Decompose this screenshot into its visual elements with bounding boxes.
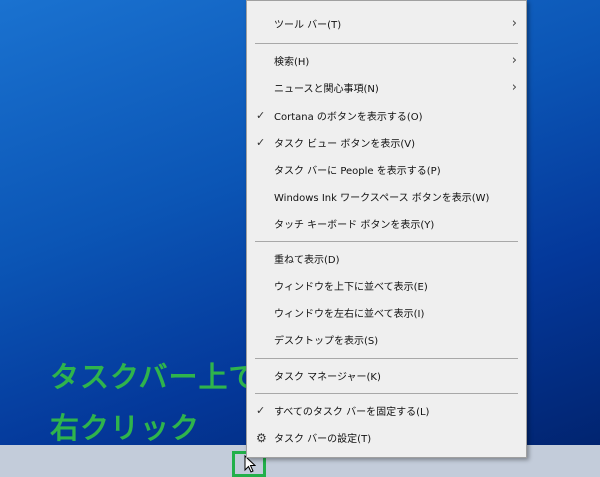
menu-item-task-manager[interactable]: タスク マネージャー(K) <box>247 362 526 389</box>
menu-item-label: ツール バー(T) <box>274 20 342 31</box>
menu-item-label: Cortana のボタンを表示する(O) <box>274 112 423 123</box>
chevron-right-icon: › <box>511 80 517 95</box>
menu-item-windows-ink[interactable]: Windows Ink ワークスペース ボタンを表示(W) <box>247 183 526 210</box>
annotation-line2: 右クリック <box>50 411 201 445</box>
menu-item-show-desktop[interactable]: デスクトップを表示(S) <box>247 326 526 353</box>
menu-item-label: タスク バーの設定(T) <box>274 434 372 445</box>
menu-item-lock-taskbars[interactable]: ✓ すべてのタスク バーを固定する(L) <box>247 397 526 424</box>
menu-item-show-people[interactable]: タスク バーに People を表示する(P) <box>247 156 526 183</box>
menu-item-cascade[interactable]: 重ねて表示(D) <box>247 245 526 272</box>
menu-item-label: すべてのタスク バーを固定する(L) <box>274 407 430 418</box>
chevron-right-icon: › <box>511 53 517 68</box>
menu-separator <box>255 43 518 44</box>
menu-item-label: タスク ビュー ボタンを表示(V) <box>274 139 416 150</box>
menu-item-touch-keyboard[interactable]: タッチ キーボード ボタンを表示(Y) <box>247 210 526 237</box>
menu-item-toolbars[interactable]: ツール バー(T) › <box>247 10 526 37</box>
menu-separator <box>255 358 518 359</box>
menu-item-label: ニュースと関心事項(N) <box>274 84 379 95</box>
menu-item-side-by-side[interactable]: ウィンドウを左右に並べて表示(I) <box>247 299 526 326</box>
menu-item-label: デスクトップを表示(S) <box>274 336 379 347</box>
checkmark-icon: ✓ <box>256 136 266 149</box>
menu-item-label: Windows Ink ワークスペース ボタンを表示(W) <box>274 193 490 204</box>
menu-item-label: 検索(H) <box>274 57 310 68</box>
menu-item-label: タスク マネージャー(K) <box>274 372 381 383</box>
menu-item-label: タスク バーに People を表示する(P) <box>274 166 441 177</box>
menu-item-search[interactable]: 検索(H) › <box>247 47 526 74</box>
gear-icon: ⚙ <box>256 430 267 445</box>
menu-item-taskbar-settings[interactable]: ⚙ タスク バーの設定(T) <box>247 424 526 451</box>
taskbar-context-menu: ツール バー(T) › 検索(H) › ニュースと関心事項(N) › ✓ Cortana… <box>246 0 527 458</box>
checkmark-icon: ✓ <box>256 109 266 122</box>
menu-item-label: ウィンドウを左右に並べて表示(I) <box>274 309 425 320</box>
menu-item-task-view-button[interactable]: ✓ タスク ビュー ボタンを表示(V) <box>247 129 526 156</box>
menu-separator <box>255 241 518 242</box>
menu-item-stack-windows[interactable]: ウィンドウを上下に並べて表示(E) <box>247 272 526 299</box>
annotation-line1: タスクバー上で <box>50 360 259 394</box>
menu-item-news-interests[interactable]: ニュースと関心事項(N) › <box>247 74 526 101</box>
menu-separator <box>255 393 518 394</box>
menu-item-cortana-button[interactable]: ✓ Cortana のボタンを表示する(O) <box>247 102 526 129</box>
checkmark-icon: ✓ <box>256 404 266 417</box>
menu-item-label: ウィンドウを上下に並べて表示(E) <box>274 282 428 293</box>
chevron-right-icon: › <box>511 16 517 31</box>
menu-item-label: タッチ キーボード ボタンを表示(Y) <box>274 220 435 231</box>
menu-item-label: 重ねて表示(D) <box>274 255 340 266</box>
